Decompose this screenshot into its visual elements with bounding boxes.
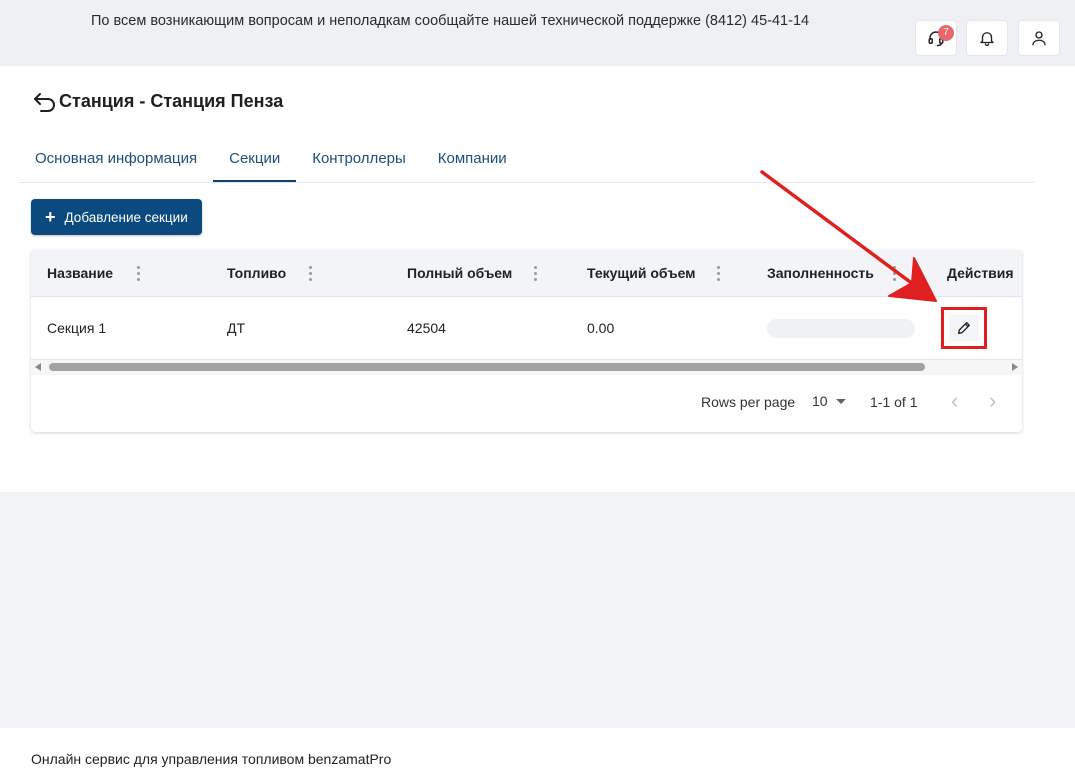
- notifications-button[interactable]: [966, 20, 1008, 56]
- rows-per-page-select[interactable]: 10: [812, 393, 846, 409]
- table-header: Название Топливо Полный объем Текущий об…: [31, 250, 1022, 297]
- tab-companies[interactable]: Компании: [422, 138, 523, 182]
- cell-current-volume: 0.00: [587, 320, 615, 336]
- column-header-full-volume[interactable]: Полный объем: [407, 250, 512, 297]
- add-section-label: Добавление секции: [64, 209, 188, 225]
- column-header-fill[interactable]: Заполненность: [767, 250, 874, 297]
- pagination: Rows per page 10 1-1 of 1 ‹ ›: [31, 375, 1022, 432]
- cell-full-volume: 42504: [407, 320, 446, 336]
- plus-icon: +: [45, 207, 56, 227]
- chevron-down-icon: [835, 398, 846, 404]
- scroll-right-arrow-icon[interactable]: [1012, 363, 1018, 371]
- rows-per-page-value: 10: [812, 393, 828, 409]
- column-menu-icon[interactable]: [534, 266, 538, 282]
- tab-main-info[interactable]: Основная информация: [19, 138, 213, 182]
- main-content: Станция - Станция Пенза Основная информа…: [0, 66, 1075, 492]
- scroll-thumb[interactable]: [49, 363, 925, 371]
- column-header-actions: Действия: [947, 265, 1014, 281]
- column-menu-icon[interactable]: [137, 266, 141, 282]
- column-menu-icon[interactable]: [309, 266, 313, 282]
- tab-sections[interactable]: Секции: [213, 138, 297, 182]
- table-row: Секция 1 ДТ 42504 0.00: [31, 297, 1022, 360]
- bell-icon: [980, 32, 994, 47]
- column-menu-icon[interactable]: [717, 266, 721, 282]
- column-header-name[interactable]: Название: [47, 250, 113, 297]
- prev-page-button[interactable]: ‹: [951, 390, 971, 412]
- column-header-current-volume[interactable]: Текущий объем: [587, 250, 696, 297]
- fill-progress-bar: [767, 319, 915, 338]
- edit-section-button[interactable]: [941, 307, 987, 349]
- rows-per-page-label: Rows per page: [701, 394, 796, 410]
- pencil-icon: [958, 322, 970, 334]
- page-title-text: Станция - Станция Пенза: [59, 90, 284, 111]
- pagination-range: 1-1 of 1: [870, 394, 918, 410]
- cell-fuel: ДТ: [227, 320, 246, 336]
- support-notice: По всем возникающим вопросам и неполадка…: [91, 13, 810, 29]
- page-title: Станция - Станция Пенза: [32, 90, 283, 112]
- profile-button[interactable]: [1018, 20, 1060, 56]
- support-badge: 7: [938, 25, 954, 41]
- top-bar: По всем возникающим вопросам и неполадка…: [0, 0, 1075, 66]
- tabs: Основная информация Секции Контроллеры К…: [19, 138, 1035, 183]
- footer-text: Онлайн сервис для управления топливом be…: [31, 751, 392, 767]
- user-icon: [1032, 31, 1046, 46]
- edit-button-inner[interactable]: [949, 314, 979, 342]
- sections-table: Название Топливо Полный объем Текущий об…: [31, 250, 1022, 432]
- next-page-button[interactable]: ›: [989, 390, 1009, 412]
- column-menu-icon[interactable]: [893, 266, 897, 282]
- footer: Онлайн сервис для управления топливом be…: [0, 728, 1075, 781]
- support-button[interactable]: 7: [915, 20, 957, 56]
- add-section-button[interactable]: + Добавление секции: [31, 199, 202, 235]
- cell-name: Секция 1: [47, 320, 107, 336]
- horizontal-scrollbar[interactable]: [31, 360, 1022, 375]
- column-header-fuel[interactable]: Топливо: [227, 250, 286, 297]
- scroll-left-arrow-icon[interactable]: [35, 363, 41, 371]
- tab-controllers[interactable]: Контроллеры: [296, 138, 422, 182]
- back-arrow-icon[interactable]: [32, 90, 58, 112]
